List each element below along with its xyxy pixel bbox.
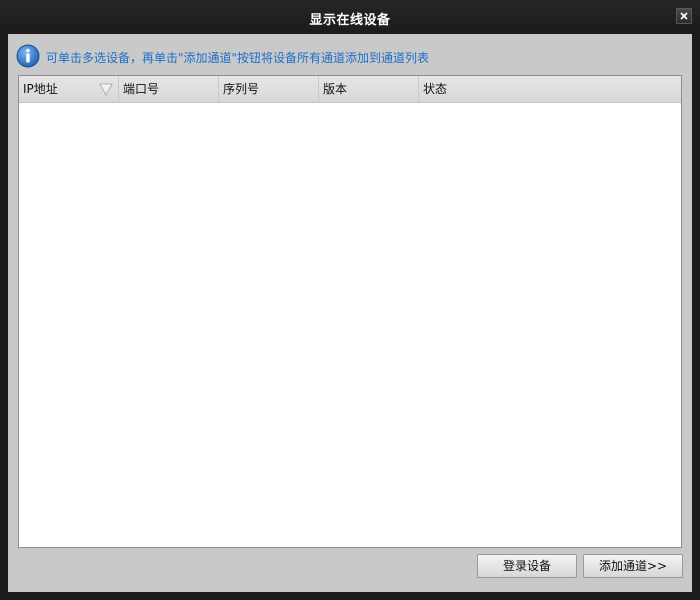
window-title: 显示在线设备 bbox=[309, 13, 391, 28]
column-header-port[interactable]: 端口号 bbox=[119, 76, 219, 102]
column-header-label: 序列号 bbox=[223, 82, 260, 96]
dialog-window: 显示在线设备 可单击多选设备，再单击"添加通道"按钮将设备所有通道添加到通道列表 bbox=[0, 0, 700, 600]
column-header-label: IP地址 bbox=[23, 82, 58, 96]
close-icon bbox=[680, 12, 688, 20]
column-header-serial[interactable]: 序列号 bbox=[219, 76, 319, 102]
column-header-label: 状态 bbox=[423, 82, 448, 96]
sort-indicator-icon bbox=[99, 83, 113, 96]
close-button[interactable] bbox=[676, 8, 692, 24]
login-device-button[interactable]: 登录设备 bbox=[477, 554, 577, 578]
column-header-status[interactable]: 状态 bbox=[419, 76, 681, 102]
table-header: IP地址 端口号 序列号 版本 状态 bbox=[19, 76, 681, 103]
column-header-label: 端口号 bbox=[123, 82, 160, 96]
hint-row: 可单击多选设备，再单击"添加通道"按钮将设备所有通道添加到通道列表 bbox=[8, 34, 692, 74]
column-header-version[interactable]: 版本 bbox=[319, 76, 419, 102]
column-header-label: 版本 bbox=[323, 82, 348, 96]
title-bar[interactable]: 显示在线设备 bbox=[0, 0, 700, 34]
info-icon bbox=[16, 44, 40, 68]
hint-text: 可单击多选设备，再单击"添加通道"按钮将设备所有通道添加到通道列表 bbox=[46, 51, 430, 65]
device-table[interactable]: IP地址 端口号 序列号 版本 状态 bbox=[18, 75, 682, 548]
table-body[interactable] bbox=[19, 103, 681, 547]
add-channel-button[interactable]: 添加通道>> bbox=[583, 554, 683, 578]
column-header-ip[interactable]: IP地址 bbox=[19, 76, 119, 102]
dialog-content: 可单击多选设备，再单击"添加通道"按钮将设备所有通道添加到通道列表 IP地址 端… bbox=[8, 34, 692, 592]
